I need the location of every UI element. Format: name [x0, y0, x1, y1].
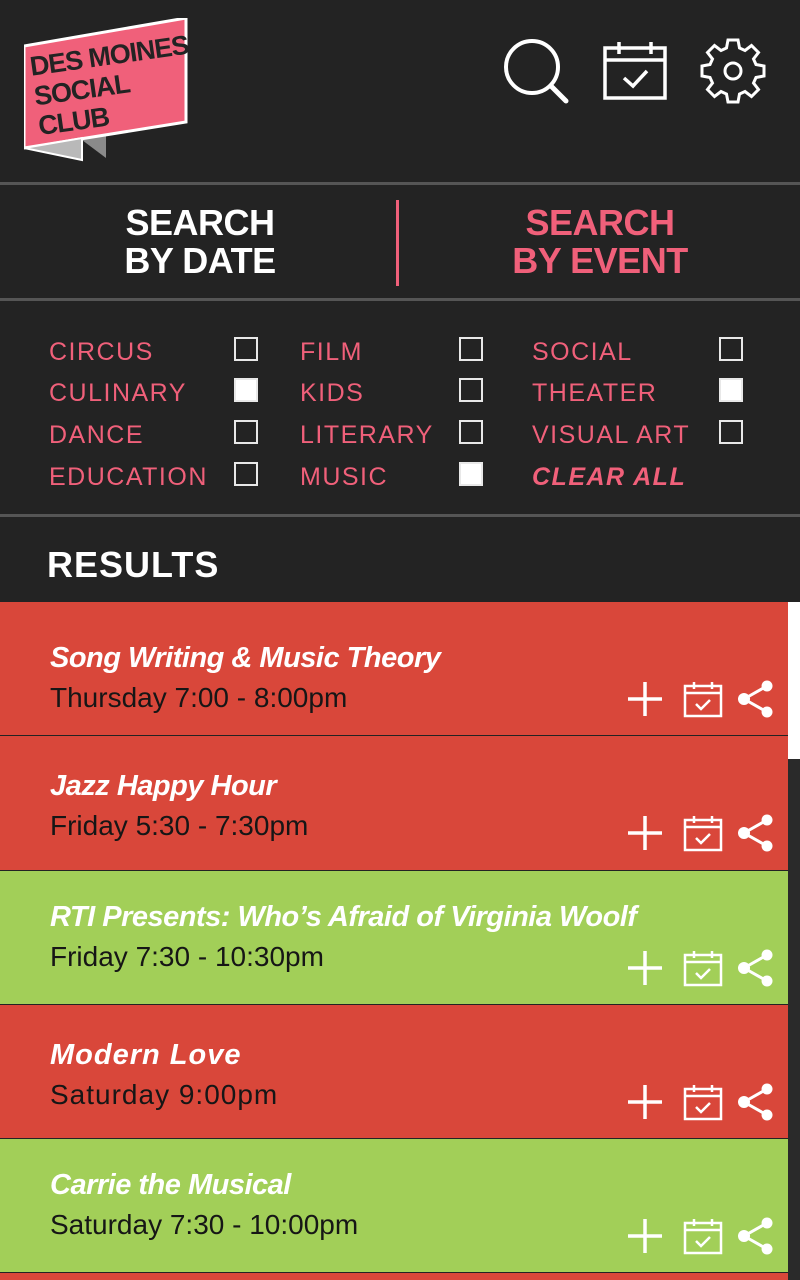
filter-label-visual-art: VISUAL ART [532, 421, 691, 449]
filter-checkbox-education[interactable] [234, 462, 258, 486]
share-icon[interactable] [736, 949, 776, 987]
event-title: Carrie the Musical [50, 1169, 291, 1201]
share-icon[interactable] [736, 680, 776, 718]
header-divider [0, 182, 800, 185]
filter-label-dance: DANCE [49, 421, 145, 449]
filter-label-literary: LITERARY [300, 421, 434, 449]
filter-checkbox-social[interactable] [719, 337, 743, 361]
event-title: Jazz Happy Hour [50, 770, 277, 802]
logo[interactable]: DES MOINES SOCIAL CLUB [24, 18, 190, 164]
filter-checkbox-culinary[interactable] [234, 378, 258, 402]
plus-icon[interactable] [626, 1083, 664, 1121]
filter-label-film: FILM [300, 338, 363, 366]
event-title: Modern Love [50, 1039, 242, 1071]
list-item[interactable]: Modern Love Saturday 9:00pm [0, 1005, 788, 1138]
event-time: Friday 5:30 - 7:30pm [50, 810, 309, 841]
event-time: Thursday 7:00 - 8:00pm [50, 682, 348, 713]
search-tabs: SEARCH BY DATE SEARCH BY EVENT [0, 186, 800, 298]
filter-label-culinary: CULINARY [49, 379, 187, 407]
filters-divider [0, 514, 800, 517]
filter-checkbox-kids[interactable] [459, 378, 483, 402]
filter-label-circus: CIRCUS [49, 338, 154, 366]
filter-checkbox-film[interactable] [459, 337, 483, 361]
filter-checkbox-circus[interactable] [234, 337, 258, 361]
category-filters: CIRCUS CULINARY DANCE EDUCATION FILM KID… [0, 301, 800, 514]
calendar-check-icon[interactable] [683, 680, 723, 718]
share-icon[interactable] [736, 814, 776, 852]
tab-separator [396, 200, 399, 286]
plus-icon[interactable] [626, 680, 664, 718]
gear-icon[interactable] [700, 38, 766, 104]
calendar-icon[interactable] [602, 38, 668, 104]
event-title: RTI Presents: Who’s Afraid of Virginia W… [50, 901, 637, 933]
filter-checkbox-dance[interactable] [234, 420, 258, 444]
tab-search-by-date[interactable]: SEARCH BY DATE [0, 204, 400, 280]
filter-label-theater: THEATER [532, 379, 658, 407]
filter-checkbox-theater[interactable] [719, 378, 743, 402]
calendar-check-icon[interactable] [683, 1083, 723, 1121]
plus-icon[interactable] [626, 1217, 664, 1255]
event-title: Song Writing & Music Theory [50, 642, 441, 674]
list-item[interactable]: Carrie the Musical Saturday 7:30 - 10:00… [0, 1139, 788, 1272]
tab-search-by-event[interactable]: SEARCH BY EVENT [400, 204, 800, 280]
search-icon[interactable] [503, 38, 569, 104]
filter-checkbox-visual-art[interactable] [719, 420, 743, 444]
plus-icon[interactable] [626, 814, 664, 852]
list-item[interactable]: RTI Presents: Who’s Afraid of Virginia W… [0, 871, 788, 1004]
filter-label-music: MUSIC [300, 463, 389, 491]
results-heading: RESULTS [47, 544, 220, 585]
event-time: Saturday 9:00pm [50, 1079, 279, 1110]
event-time: Saturday 7:30 - 10:00pm [50, 1209, 359, 1240]
filter-label-education: EDUCATION [49, 463, 208, 491]
share-icon[interactable] [736, 1083, 776, 1121]
calendar-check-icon[interactable] [683, 814, 723, 852]
share-icon[interactable] [736, 1217, 776, 1255]
calendar-check-icon[interactable] [683, 1217, 723, 1255]
event-time: Friday 7:30 - 10:30pm [50, 941, 324, 972]
list-item[interactable]: Song Writing & Music Theory Thursday 7:0… [0, 602, 788, 735]
app-header: DES MOINES SOCIAL CLUB [0, 0, 800, 183]
plus-icon[interactable] [626, 949, 664, 987]
filter-label-kids: KIDS [300, 379, 365, 407]
filter-checkbox-music[interactable] [459, 462, 483, 486]
calendar-check-icon[interactable] [683, 949, 723, 987]
clear-all-link[interactable]: CLEAR ALL [532, 463, 686, 491]
filter-label-social: SOCIAL [532, 338, 633, 366]
list-item[interactable]: Jazz Happy Hour Friday 5:30 - 7:30pm [0, 736, 788, 870]
list-item-partial [0, 1273, 788, 1280]
scrollbar-thumb[interactable] [788, 759, 800, 1280]
scrollbar[interactable] [788, 602, 800, 1280]
filter-checkbox-literary[interactable] [459, 420, 483, 444]
